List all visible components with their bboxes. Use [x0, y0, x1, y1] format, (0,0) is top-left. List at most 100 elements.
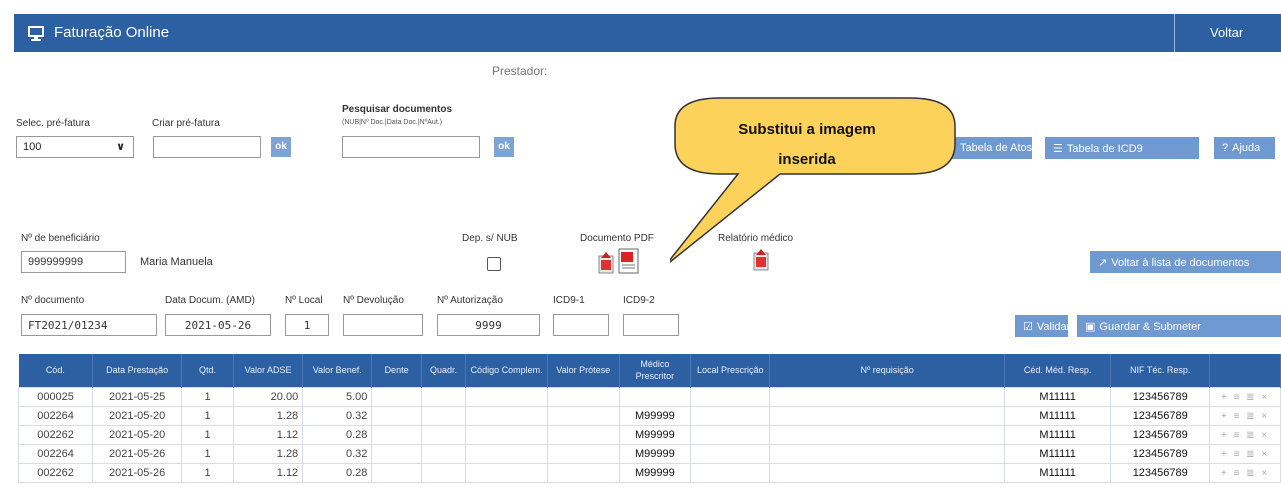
row-actions-icons[interactable]: + ≡ ≣ × — [1221, 430, 1269, 441]
local-number-input[interactable]: 1 — [285, 314, 329, 336]
row-actions[interactable]: + ≡ ≣ × — [1209, 462, 1281, 483]
tabela-atos-button[interactable]: Tabela de Atos — [950, 137, 1032, 159]
prestador-label: Prestador: — [492, 64, 548, 78]
table-cell — [420, 424, 467, 445]
table-cell — [371, 443, 422, 464]
table-cell: 0.28 — [302, 462, 373, 483]
devolucao-label: Nº Devolução — [343, 295, 404, 306]
table-cell — [420, 405, 467, 426]
pdf-document-label: Documento PDF — [580, 233, 654, 244]
row-actions[interactable]: + ≡ ≣ × — [1209, 443, 1281, 464]
table-row[interactable]: 000025 2021-05-25 1 20.00 5.00 M11111 12345678… — [17, 386, 1281, 407]
validate-button[interactable]: ☑ Validar — [1015, 315, 1071, 337]
table-cell — [371, 405, 422, 426]
validate-label: Validar — [1036, 321, 1071, 333]
relatorio-medico-label: Relatório médico — [718, 233, 794, 244]
table-cell — [420, 386, 467, 407]
table-row[interactable]: 002264 2021-05-26 1 1.28 0.32 M99999 M11111 123… — [17, 443, 1281, 464]
create-prefatura-input[interactable] — [153, 136, 261, 158]
column-header: Data Prestação — [92, 354, 183, 387]
search-documents-input[interactable] — [342, 136, 480, 158]
table-cell — [769, 405, 1006, 426]
table-cell: 2021-05-20 — [92, 405, 183, 426]
question-icon: ? — [1222, 142, 1229, 154]
table-cell: 1 — [181, 386, 234, 407]
table-cell: 5.00 — [302, 386, 373, 407]
table-cell: 1 — [181, 443, 234, 464]
row-actions-icons[interactable]: + ≡ ≣ × — [1221, 468, 1269, 479]
table-cell — [769, 386, 1006, 407]
dep-nub-checkbox[interactable] — [487, 257, 501, 271]
save-submit-label: Guardar & Submeter — [1099, 321, 1201, 333]
tabela-atos-label: Tabela de Atos — [960, 142, 1033, 154]
document-date-input[interactable]: 2021-05-26 — [165, 314, 271, 336]
devolucao-input[interactable] — [343, 314, 423, 336]
table-cell: M11111 — [1004, 462, 1112, 483]
row-actions-icons[interactable]: + ≡ ≣ × — [1221, 411, 1269, 422]
app-title: Faturação Online — [54, 24, 170, 41]
list-icon: ☰ — [1053, 143, 1063, 155]
row-actions-icons[interactable]: + ≡ ≣ × — [1221, 392, 1269, 403]
table-cell — [546, 405, 620, 426]
document-number-input[interactable]: FT2021/01234 — [21, 314, 157, 336]
tabela-icd9-button[interactable]: ☰ Tabela de ICD9 — [1045, 137, 1199, 159]
table-cell: 123456789 — [1110, 424, 1211, 445]
row-actions[interactable]: + ≡ ≣ × — [1209, 424, 1281, 445]
upload-document-icon[interactable] — [597, 252, 615, 274]
autorizacao-input[interactable]: 9999 — [437, 314, 540, 336]
search-ok-button[interactable]: ok — [494, 137, 514, 157]
column-header: Cód. — [18, 354, 94, 387]
table-cell — [465, 405, 548, 426]
column-header: Dente — [371, 354, 422, 387]
upload-relatorio-icon[interactable] — [752, 249, 770, 271]
row-actions[interactable]: + ≡ ≣ × — [1209, 405, 1281, 426]
table-cell: 2021-05-26 — [92, 462, 183, 483]
table-cell: 002264 — [17, 405, 94, 426]
prefatura-select[interactable]: 100 ∨ — [16, 136, 134, 158]
beneficiary-number-label: Nº de beneficiário — [21, 233, 100, 244]
save-submit-button[interactable]: ▣ Guardar & Submeter — [1077, 315, 1281, 337]
app-header: Faturação Online Voltar — [14, 14, 1281, 52]
row-actions[interactable]: + ≡ ≣ × — [1209, 386, 1281, 407]
table-cell — [465, 443, 548, 464]
table-row[interactable]: 002262 2021-05-20 1 1.12 0.28 M99999 M11111 123… — [17, 424, 1281, 445]
table-cell: 123456789 — [1110, 386, 1211, 407]
pdf-file-icon[interactable] — [618, 248, 640, 274]
table-cell — [371, 424, 422, 445]
column-header: Qtd. — [181, 354, 234, 387]
dep-nub-label: Dep. s/ NUB — [462, 233, 518, 244]
header-divider — [1174, 14, 1175, 52]
create-prefatura-ok-button[interactable]: ok — [271, 137, 291, 157]
beneficiary-number-input[interactable]: 999999999 — [21, 251, 126, 273]
callout-text: Substitui a imagem inserida — [692, 115, 922, 175]
table-cell — [769, 462, 1006, 483]
tabela-icd9-label: Tabela de ICD9 — [1066, 143, 1143, 155]
search-documents-hint: (NUB|Nº Doc.|Data Doc.|NºAut.) — [342, 119, 443, 126]
table-row[interactable]: 002264 2021-05-20 1 1.28 0.32 M99999 M11111 123… — [17, 405, 1281, 426]
column-header — [1209, 354, 1281, 387]
beneficiary-name: Maria Manuela — [140, 256, 213, 268]
table-cell — [690, 405, 771, 426]
callout-line-2: inserida — [778, 151, 836, 168]
check-icon: ☑ — [1023, 321, 1033, 333]
back-button[interactable]: Voltar — [1210, 25, 1243, 40]
callout-line-1: Substitui a imagem — [738, 121, 876, 138]
back-to-list-button[interactable]: ↗ Voltar à lista de documentos — [1090, 251, 1281, 273]
table-cell: 123456789 — [1110, 405, 1211, 426]
select-prefatura-label: Selec. pré-fatura — [16, 118, 90, 129]
table-cell — [546, 386, 620, 407]
help-button[interactable]: ? Ajuda — [1214, 137, 1275, 159]
table-cell: 1 — [181, 462, 234, 483]
table-row[interactable]: 002262 2021-05-26 1 1.12 0.28 M99999 M11111 123… — [17, 462, 1281, 483]
icd9-1-input[interactable] — [553, 314, 609, 336]
table-cell: 000025 — [17, 386, 94, 407]
row-actions-icons[interactable]: + ≡ ≣ × — [1221, 449, 1269, 460]
table-cell — [690, 443, 771, 464]
chevron-down-icon: ∨ — [116, 141, 125, 153]
prefatura-select-value: 100 — [23, 141, 42, 153]
icd9-2-input[interactable] — [623, 314, 679, 336]
help-label: Ajuda — [1232, 142, 1261, 154]
search-documents-label: Pesquisar documentos — [342, 104, 453, 115]
icd9-1-label: ICD9-1 — [553, 295, 585, 306]
table-cell: M99999 — [618, 462, 692, 483]
